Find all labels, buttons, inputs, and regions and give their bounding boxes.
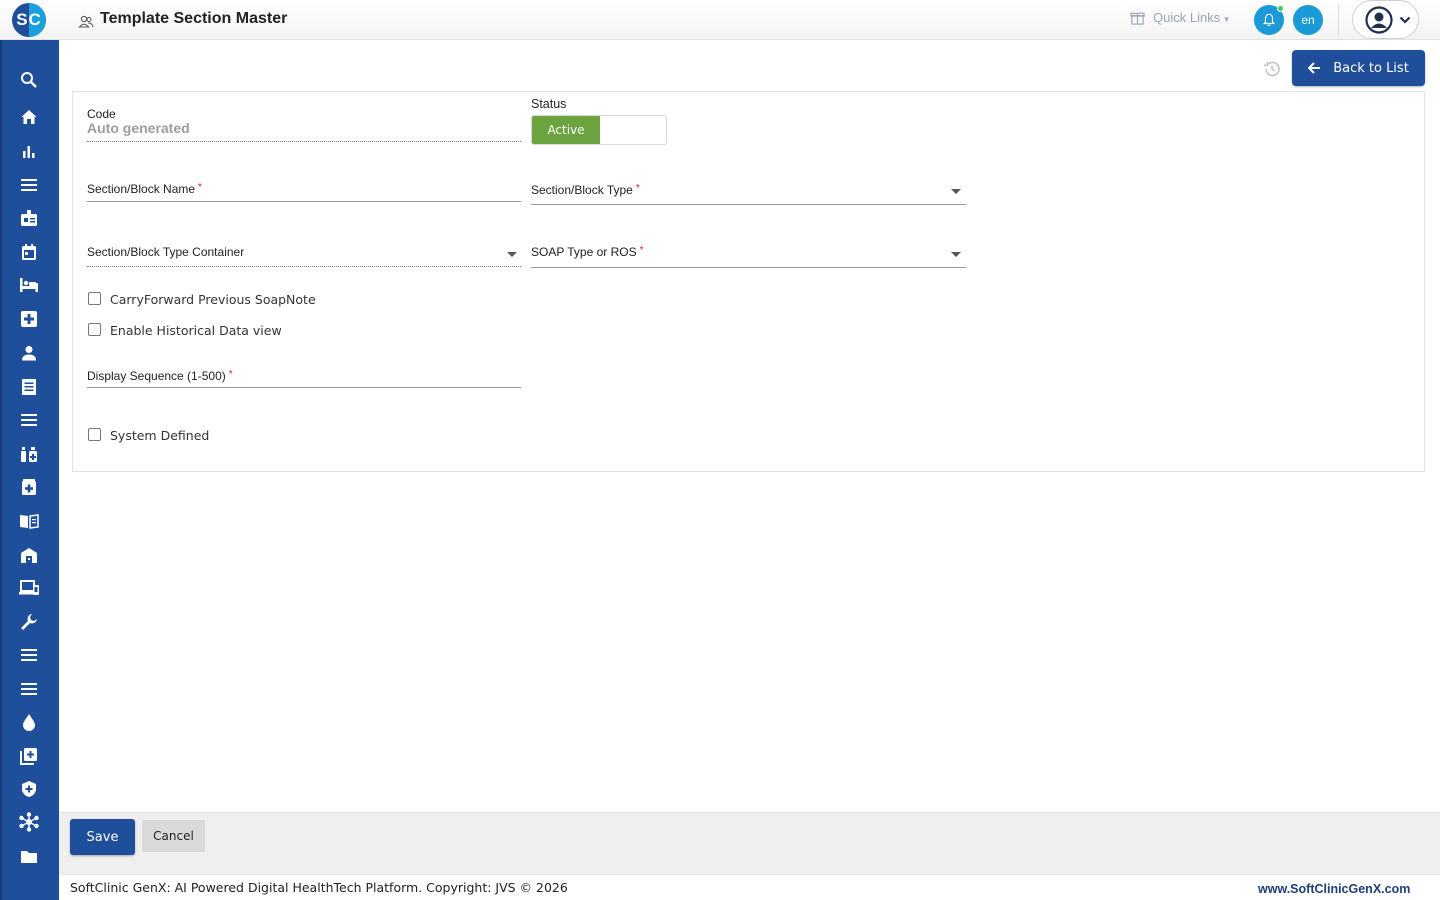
language-button[interactable]: en <box>1293 5 1323 35</box>
chevron-down-icon <box>1399 16 1411 24</box>
section-type-select[interactable]: Section/Block Type * <box>531 183 640 197</box>
section-name-field[interactable]: Section/Block Name * <box>87 182 202 196</box>
display-sequence-label: Display Sequence (1-500) <box>87 369 226 383</box>
bell-icon <box>1263 13 1275 27</box>
carry-forward-checkbox[interactable] <box>88 292 101 305</box>
section-container-label: Section/Block Type Container <box>87 245 245 259</box>
medical-plus-icon[interactable] <box>18 308 40 330</box>
calendar-icon[interactable] <box>18 241 40 263</box>
wrench-icon[interactable] <box>18 611 40 633</box>
section-container-select[interactable]: Section/Block Type Container <box>87 245 244 259</box>
code-value: Auto generated <box>87 120 190 136</box>
devices-icon[interactable] <box>18 577 40 599</box>
status-active-option[interactable]: Active <box>532 116 600 144</box>
status-toggle[interactable]: Active <box>531 115 667 145</box>
section-container-underline <box>87 266 521 267</box>
carry-forward-label[interactable]: CarryForward Previous SoapNote <box>110 292 316 307</box>
back-to-list-label: Back to List <box>1333 60 1409 76</box>
required-mark: * <box>635 183 640 194</box>
store-icon[interactable] <box>18 544 40 566</box>
hub-icon[interactable] <box>18 811 40 833</box>
historical-data-checkbox[interactable] <box>88 323 101 336</box>
person-icon[interactable] <box>18 342 40 364</box>
display-sequence-underline <box>87 387 521 388</box>
sidebar <box>0 40 59 900</box>
gift-icon <box>1130 12 1145 25</box>
receipt-icon[interactable] <box>18 376 40 398</box>
avatar-icon <box>1365 6 1393 34</box>
drop-icon[interactable] <box>18 711 40 733</box>
folder-icon[interactable] <box>18 845 40 867</box>
code-label: Code <box>87 107 116 121</box>
section-type-underline <box>531 204 966 205</box>
form-panel <box>72 91 1425 472</box>
badge-icon[interactable] <box>18 207 40 229</box>
app-logo[interactable]: SC <box>12 3 46 37</box>
caret-down-icon: ▾ <box>1224 14 1229 24</box>
medicine-box-icon[interactable] <box>18 476 40 498</box>
list-icon[interactable] <box>18 409 40 431</box>
pharmacy-icon[interactable] <box>18 443 40 465</box>
page-title: Template Section Master <box>100 10 288 27</box>
required-mark: * <box>198 182 202 193</box>
quick-links-menu[interactable]: Quick Links ▾ <box>1130 10 1229 25</box>
action-bar <box>59 812 1440 874</box>
section-name-label: Section/Block Name <box>87 182 196 196</box>
soap-type-label: SOAP Type or ROS <box>531 245 637 259</box>
notification-dot <box>1277 5 1284 12</box>
website-link[interactable]: www.SoftClinicGenX.com <box>1258 882 1410 896</box>
status-label: Status <box>531 97 567 111</box>
bar-chart-icon[interactable] <box>18 140 40 162</box>
logo-text: SC <box>16 10 42 29</box>
system-defined-checkbox[interactable] <box>88 428 101 441</box>
dropdown-arrow-icon[interactable] <box>951 252 961 257</box>
menu-icon[interactable] <box>18 644 40 666</box>
history-icon[interactable] <box>1262 59 1282 79</box>
copyright-text: SoftClinic GenX: AI Powered Digital Heal… <box>70 880 568 895</box>
profile-menu[interactable] <box>1352 0 1419 39</box>
bed-icon[interactable] <box>18 274 40 296</box>
save-button[interactable]: Save <box>70 819 135 855</box>
shield-icon[interactable] <box>18 778 40 800</box>
menu-icon[interactable] <box>18 678 40 700</box>
search-icon[interactable] <box>18 69 40 91</box>
dropdown-arrow-icon[interactable] <box>507 252 517 257</box>
historical-data-label[interactable]: Enable Historical Data view <box>110 323 282 338</box>
arrow-left-icon <box>1308 62 1321 74</box>
menu-icon[interactable] <box>18 174 40 196</box>
header-divider <box>1338 4 1339 36</box>
code-underline <box>87 141 521 142</box>
back-to-list-button[interactable]: Back to List <box>1292 50 1425 86</box>
book-icon[interactable] <box>18 510 40 532</box>
display-sequence-field[interactable]: Display Sequence (1-500) * <box>87 369 233 383</box>
home-icon[interactable] <box>18 106 40 128</box>
required-mark: * <box>639 245 644 256</box>
system-defined-label[interactable]: System Defined <box>110 428 209 443</box>
soap-type-select[interactable]: SOAP Type or ROS * <box>531 245 644 259</box>
section-name-underline <box>87 201 521 202</box>
people-icon <box>78 15 94 28</box>
soap-type-underline <box>531 267 966 268</box>
section-type-label: Section/Block Type <box>531 183 633 197</box>
quick-links-label: Quick Links <box>1153 10 1221 25</box>
required-mark: * <box>228 369 233 380</box>
cancel-button[interactable]: Cancel <box>142 820 205 852</box>
dropdown-arrow-icon[interactable] <box>951 189 961 194</box>
add-box-icon[interactable] <box>18 745 40 767</box>
